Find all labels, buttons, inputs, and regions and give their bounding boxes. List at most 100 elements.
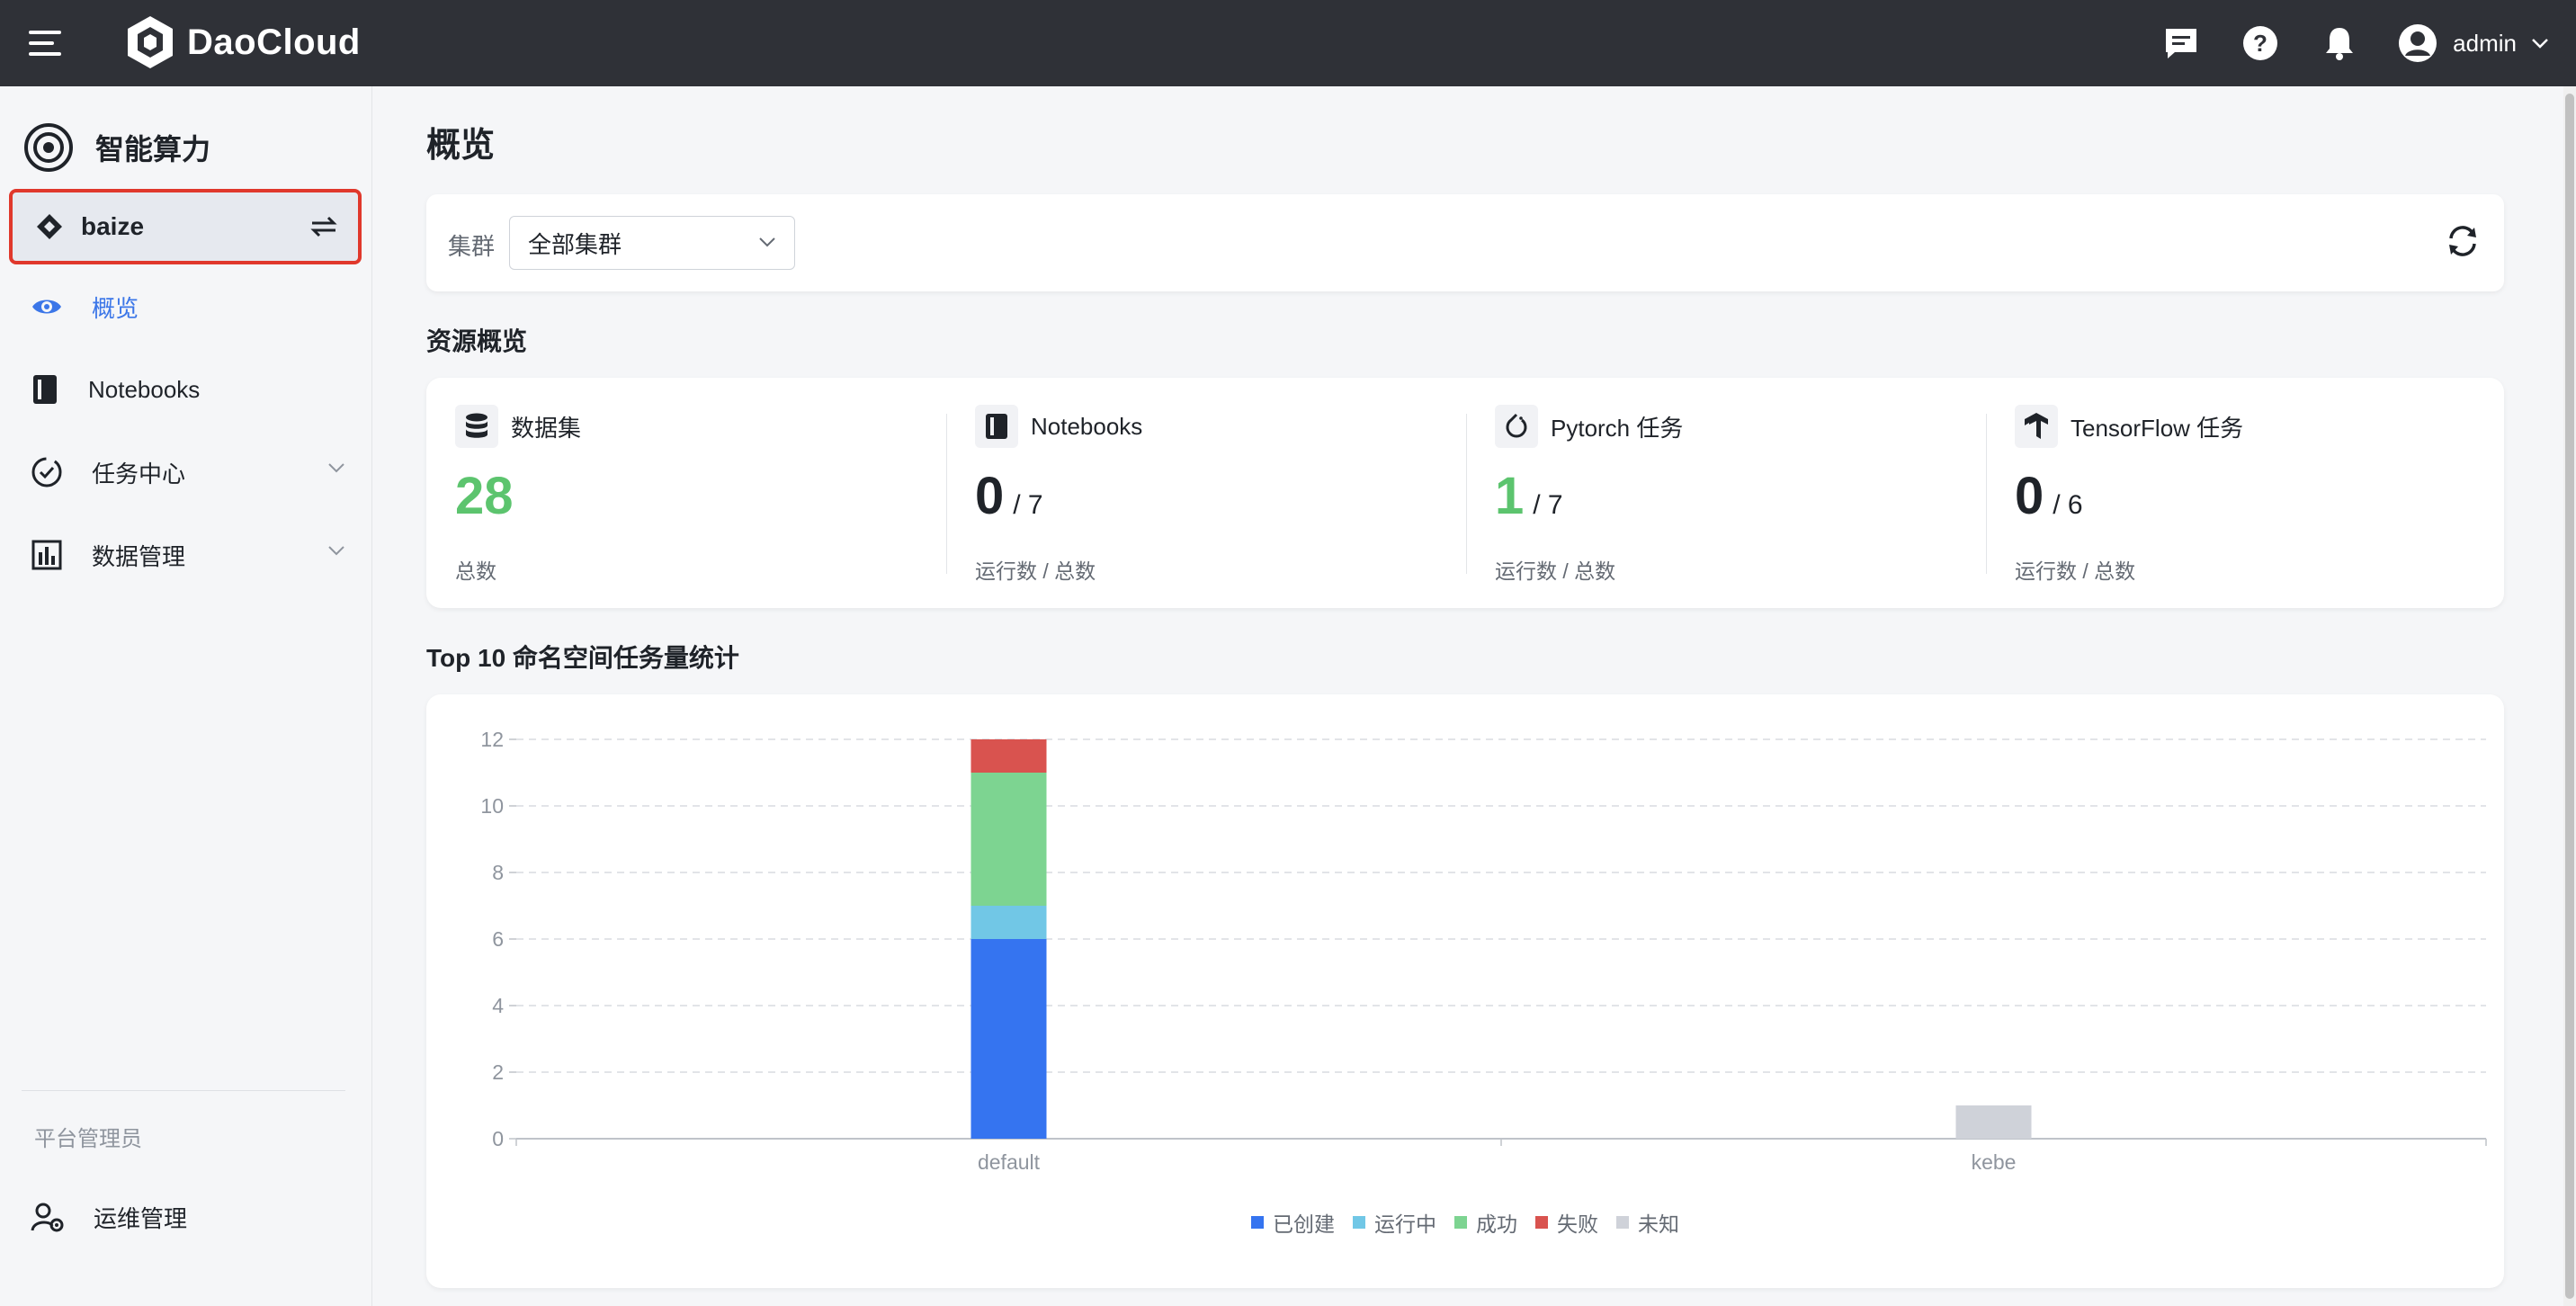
stat-value: 28 (455, 467, 514, 525)
bar-segment (970, 906, 1047, 939)
sidebar-item-label: 任务中心 (92, 460, 186, 488)
y-tick-label: 4 (492, 994, 504, 1017)
legend-label: 未知 (1638, 1212, 1679, 1236)
sidebar: 智能算力 baize 概览 Notebooks 任务中心 数据管理 平台管理员 … (0, 86, 372, 1306)
stat-name: TensorFlow 任务 (2071, 414, 2244, 442)
y-tick-label: 8 (492, 861, 504, 884)
legend-item[interactable]: 已创建 (1251, 1207, 1335, 1238)
switch-icon[interactable] (309, 214, 338, 239)
legend-item[interactable]: 运行中 (1353, 1207, 1436, 1238)
module-title: 智能算力 (95, 133, 211, 165)
role-label: 平台管理员 (34, 1127, 142, 1151)
stat-name: 数据集 (511, 414, 582, 442)
logo[interactable]: DaoCloud (124, 14, 361, 70)
chevron-down-icon (2532, 39, 2548, 49)
stat-footer: 运行数 / 总数 (2015, 559, 2136, 583)
message-icon[interactable] (2160, 22, 2203, 65)
sidebar-divider (22, 1090, 345, 1091)
bell-icon[interactable] (2318, 22, 2361, 65)
y-tick-label: 0 (492, 1127, 504, 1150)
menu-icon[interactable] (29, 27, 65, 59)
scrollbar-thumb[interactable] (2565, 94, 2574, 1299)
stat-name: Pytorch 任务 (1551, 414, 1684, 442)
y-tick-label: 10 (480, 794, 504, 818)
stat-total: / 7 (1013, 490, 1043, 520)
workspace-name: baize (81, 212, 145, 240)
chevron-down-icon (328, 546, 344, 556)
top-bar: DaoCloud ? admin (0, 0, 2576, 86)
resources-section-title: 资源概览 (426, 327, 528, 355)
sidebar-item-data-management[interactable]: 数据管理 (0, 523, 372, 586)
legend-label: 失败 (1557, 1212, 1598, 1236)
sidebar-item-label: Notebooks (88, 375, 201, 403)
eye-icon (32, 300, 61, 314)
notebook-icon (33, 375, 57, 404)
database-icon (455, 405, 498, 448)
cluster-label: 集群 (448, 233, 496, 260)
stat-footer: 总数 (455, 559, 496, 583)
refresh-icon[interactable] (2445, 223, 2481, 259)
filter-bar: 集群 全部集群 (426, 194, 2504, 291)
user-settings-icon (31, 1203, 64, 1232)
stat-datasets[interactable]: 数据集 28 总数 (426, 378, 946, 608)
bar-segment (1955, 1105, 2032, 1139)
main-content: 概览 集群 全部集群 资源概览 数据集 28 总数 Notebooks 0 / … (372, 86, 2563, 1306)
legend-swatch (1616, 1216, 1629, 1229)
y-tick-label: 6 (492, 927, 504, 951)
svg-text:?: ? (2253, 30, 2267, 57)
tensorflow-icon (2015, 405, 2058, 448)
stacked-bar-chart: 0 2 4 6 8 10 12 default kebe (480, 728, 2487, 1174)
chevron-down-icon (759, 237, 775, 247)
namespace-task-chart-card: 0 2 4 6 8 10 12 default kebe 已创建 运行中 成功 失败 未知 (426, 694, 2504, 1288)
workspace-icon (37, 214, 62, 239)
x-tick-label: default (978, 1150, 1041, 1174)
legend-item[interactable]: 失败 (1535, 1207, 1598, 1238)
chevron-down-icon (328, 463, 344, 473)
page-title: 概览 (426, 127, 496, 165)
bar-segment (970, 939, 1047, 1139)
sidebar-item-notebooks[interactable]: Notebooks (0, 358, 372, 421)
task-icon (31, 457, 62, 488)
cluster-select[interactable]: 全部集群 (509, 216, 795, 270)
sidebar-item-ops-management[interactable]: 运维管理 (0, 1185, 372, 1248)
legend-swatch (1454, 1216, 1467, 1229)
y-tick-label: 12 (480, 728, 504, 751)
stat-value: 0 (975, 467, 1005, 525)
x-tick-label: kebe (1972, 1150, 2017, 1174)
cluster-select-value: 全部集群 (528, 230, 622, 258)
stat-footer: 运行数 / 总数 (1495, 559, 1616, 583)
stat-name: Notebooks (1031, 412, 1143, 440)
ai-compute-icon (24, 123, 73, 172)
chart-section-title: Top 10 命名空间任务量统计 (426, 644, 739, 672)
legend-swatch (1535, 1216, 1548, 1229)
legend-label: 成功 (1476, 1212, 1517, 1236)
sidebar-item-label: 数据管理 (92, 542, 186, 570)
daocloud-logo-icon (128, 16, 173, 68)
sidebar-item-task-center[interactable]: 任务中心 (0, 441, 372, 504)
workspace-switcher[interactable]: baize (9, 189, 362, 264)
stat-notebooks[interactable]: Notebooks 0 / 7 运行数 / 总数 (946, 378, 1466, 608)
bar-segment (970, 773, 1047, 906)
stat-value: 1 (1495, 467, 1525, 525)
legend-item[interactable]: 成功 (1454, 1207, 1517, 1238)
help-icon[interactable]: ? (2239, 22, 2282, 65)
legend-label: 运行中 (1374, 1212, 1436, 1236)
module-header: 智能算力 (23, 122, 210, 173)
notebook-icon (975, 405, 1018, 448)
bar-segment (970, 739, 1047, 773)
legend-item[interactable]: 未知 (1616, 1207, 1679, 1238)
sidebar-item-overview[interactable]: 概览 (0, 275, 372, 338)
legend-swatch (1353, 1216, 1365, 1229)
stat-tensorflow[interactable]: TensorFlow 任务 0 / 6 运行数 / 总数 (1986, 378, 2506, 608)
stat-footer: 运行数 / 总数 (975, 559, 1096, 583)
pytorch-icon (1495, 405, 1538, 448)
stat-pytorch[interactable]: Pytorch 任务 1 / 7 运行数 / 总数 (1466, 378, 1986, 608)
y-tick-label: 2 (492, 1060, 504, 1084)
user-menu[interactable]: admin (2397, 22, 2549, 64)
stat-value: 0 (2015, 467, 2044, 525)
brand-name: DaoCloud (187, 22, 361, 62)
data-management-icon (31, 540, 62, 570)
sidebar-item-label: 运维管理 (94, 1204, 188, 1232)
resource-stats-card: 数据集 28 总数 Notebooks 0 / 7 运行数 / 总数 Pytor… (426, 378, 2504, 608)
username: admin (2453, 29, 2517, 57)
